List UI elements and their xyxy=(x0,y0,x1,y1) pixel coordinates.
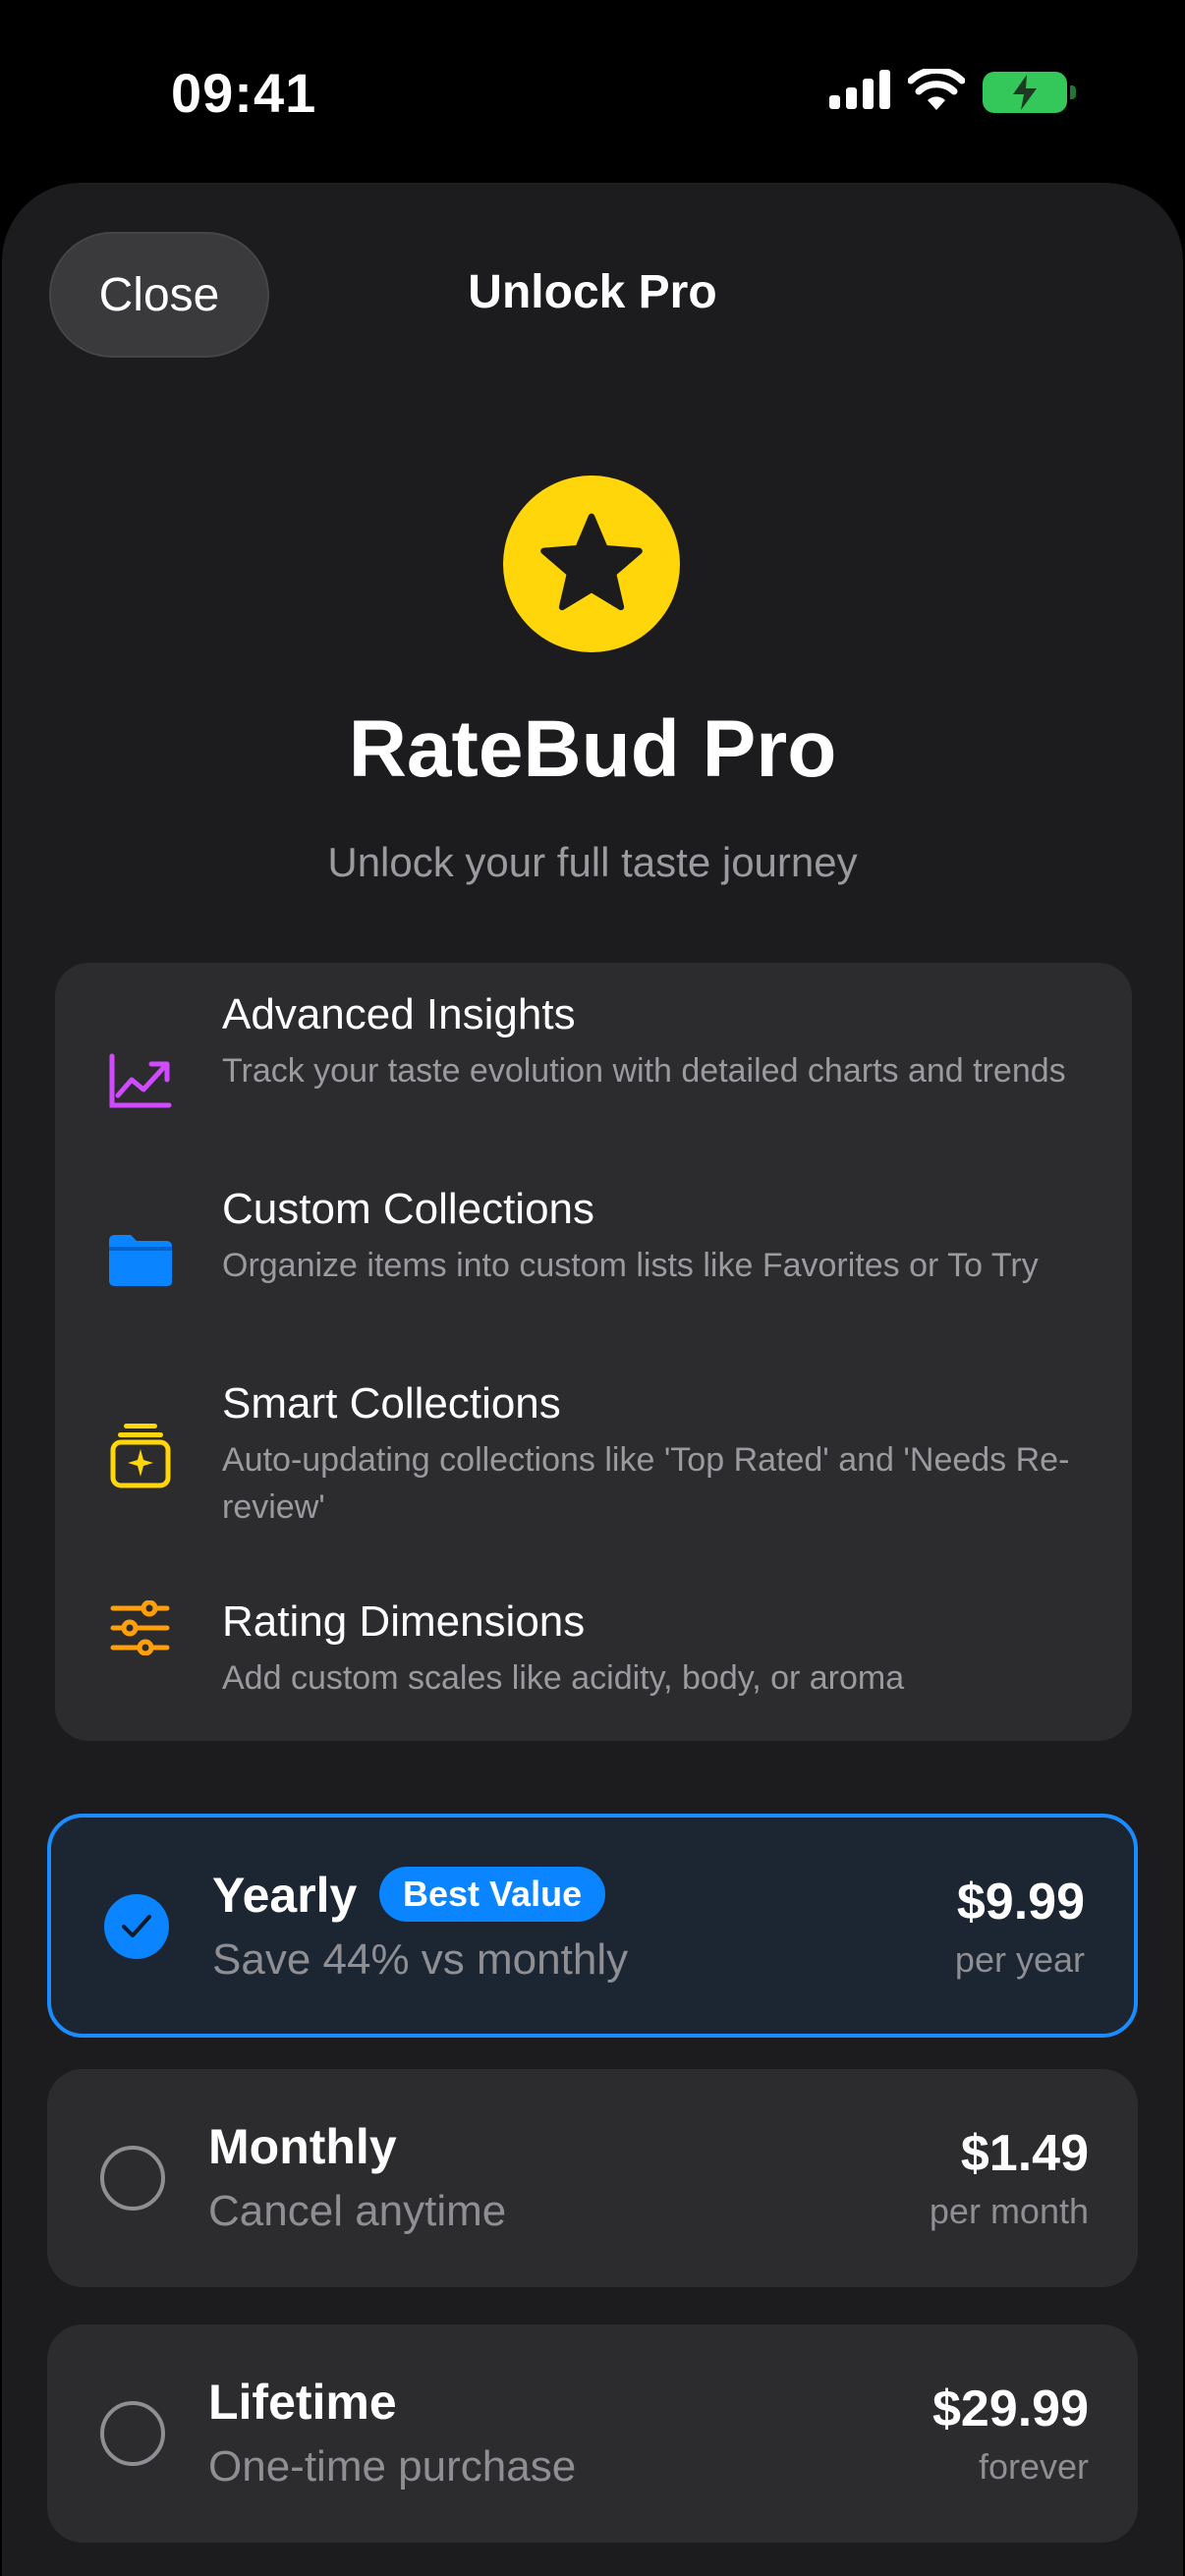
feature-description: Organize items into custom lists like Fa… xyxy=(222,1247,1039,1284)
folder-icon xyxy=(106,1226,175,1295)
status-time: 09:41 xyxy=(171,62,317,124)
plan-price: $29.99 xyxy=(931,2380,1089,2437)
feature-description: Track your taste evolution with detailed… xyxy=(222,1052,1066,1090)
tagline: Unlock your full taste journey xyxy=(327,839,858,885)
radio-unselected xyxy=(100,2401,165,2466)
feature-title: Advanced Insights xyxy=(222,990,576,1038)
status-bar: 09:41 xyxy=(0,0,1185,182)
feature-description: Auto-updating collections like 'Top Rate… xyxy=(222,1441,1070,1526)
chart-line-icon xyxy=(106,1047,175,1116)
radio-unselected xyxy=(100,2146,165,2211)
status-icons xyxy=(829,66,1076,115)
plan-period: forever xyxy=(978,2446,1089,2487)
plan-name: Lifetime xyxy=(208,2375,397,2430)
feature-title: Smart Collections xyxy=(222,1379,561,1428)
checkmark-icon xyxy=(104,1894,169,1959)
plan-price: $1.49 xyxy=(960,2125,1089,2182)
cellular-signal-icon xyxy=(829,70,890,114)
features-card: Advanced Insights Track your taste evolu… xyxy=(55,963,1132,1741)
feature-title: Rating Dimensions xyxy=(222,1597,586,1646)
sheet-title: Unlock Pro xyxy=(468,266,717,318)
product-name: RateBud Pro xyxy=(348,704,837,794)
battery-charging-icon xyxy=(983,71,1076,113)
feature-description: Add custom scales like acidity, body, or… xyxy=(222,1659,905,1697)
sliders-icon xyxy=(106,1594,175,1662)
sparkle-stack-icon xyxy=(106,1421,175,1489)
plan-subtitle: Cancel anytime xyxy=(208,2187,507,2235)
plan-period: per year xyxy=(954,1939,1085,1980)
star-icon xyxy=(503,476,680,652)
plan-option-yearly[interactable]: Yearly Best Value Save 44% vs monthly $9… xyxy=(47,1814,1138,2038)
paywall-sheet: Close Unlock Pro RateBud Pro Unlock your… xyxy=(2,183,1183,2576)
plan-subtitle: Save 44% vs monthly xyxy=(212,1935,629,1984)
plan-option-monthly[interactable]: Monthly Cancel anytime $1.49 per month xyxy=(47,2069,1138,2287)
best-value-badge: Best Value xyxy=(379,1867,606,1922)
wifi-icon xyxy=(907,66,966,115)
plan-name: Monthly xyxy=(208,2119,397,2174)
feature-title: Custom Collections xyxy=(222,1185,595,1233)
plan-name: Yearly xyxy=(212,1868,358,1923)
plan-period: per month xyxy=(929,2191,1089,2231)
plan-subtitle: One-time purchase xyxy=(208,2442,577,2491)
plan-option-lifetime[interactable]: Lifetime One-time purchase $29.99 foreve… xyxy=(47,2324,1138,2543)
plan-price: $9.99 xyxy=(956,1874,1085,1931)
